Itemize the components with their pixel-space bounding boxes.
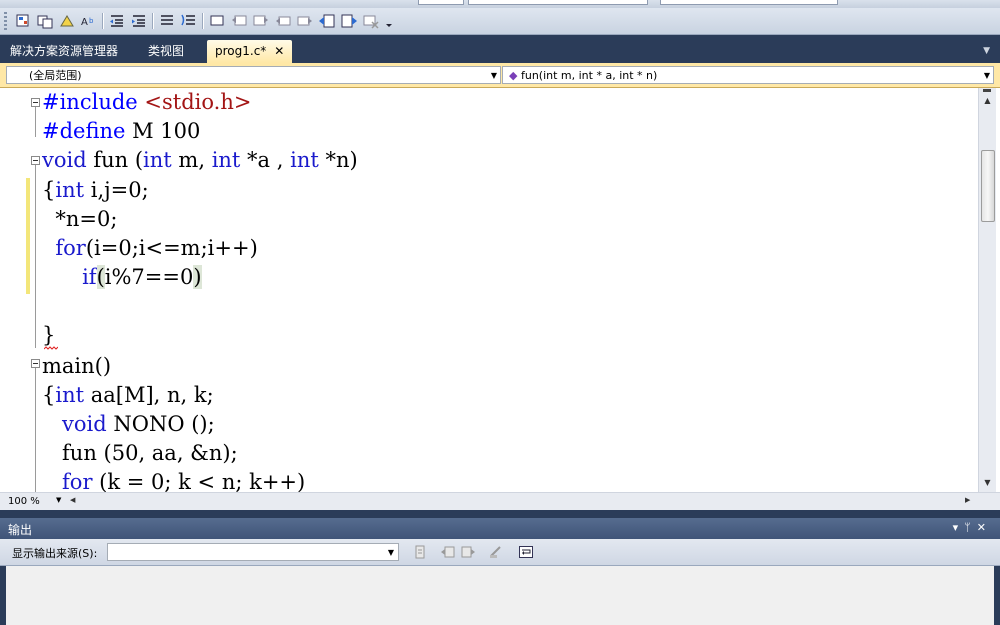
include-path: <stdio.h>	[144, 90, 252, 114]
tab-class-view[interactable]: 类视图	[140, 40, 192, 63]
next-message-icon[interactable]	[460, 544, 476, 560]
code-line: void NONO ();	[62, 412, 215, 436]
vertical-scrollbar[interactable]: ▲ ▼	[978, 88, 996, 492]
scroll-right-icon[interactable]: ▶	[965, 496, 970, 504]
code-line: {int i,j=0;	[42, 178, 149, 202]
previous-bookmark-icon[interactable]	[230, 12, 248, 30]
navigation-bar: (全局范围) ▼ ◆ fun(int m, int * a, int * n) …	[0, 63, 1000, 88]
output-toolbar: 显示输出来源(S): ▼	[0, 539, 1000, 566]
outline-line	[35, 368, 36, 492]
code-line: {int aa[M], n, k;	[42, 383, 214, 407]
code-editor[interactable]: #include <stdio.h> #define M 100 void fu…	[0, 88, 1000, 494]
code-line: if(i%7==0)	[82, 265, 202, 289]
toggle-bookmark-icon[interactable]	[208, 12, 226, 30]
next-bookmark-document-icon[interactable]	[340, 12, 358, 30]
outdent-icon[interactable]	[108, 12, 126, 30]
scope-dropdown[interactable]: (全局范围) ▼	[6, 66, 501, 84]
outline-line	[35, 107, 36, 137]
previous-bookmark-document-icon[interactable]	[318, 12, 336, 30]
zoom-level[interactable]: 100 %	[8, 495, 40, 508]
tab-prog1-c[interactable]: prog1.c* ✕	[207, 40, 293, 63]
toolbar-separator	[152, 13, 154, 29]
changed-lines-marker	[26, 178, 30, 294]
member-label: fun(int m, int * a, int * n)	[520, 69, 658, 82]
find-message-icon[interactable]	[412, 544, 428, 560]
close-icon[interactable]: ✕	[977, 521, 992, 534]
output-source-label: 显示输出来源(S):	[12, 547, 98, 560]
scroll-down-icon[interactable]: ▼	[980, 475, 995, 490]
toolbar-top-strip	[0, 0, 1000, 8]
clear-bookmarks-icon[interactable]	[362, 12, 380, 30]
clear-all-icon[interactable]	[488, 544, 504, 560]
svg-text:b: b	[89, 17, 94, 25]
output-source-dropdown[interactable]: ▼	[107, 543, 399, 561]
previous-message-icon[interactable]	[440, 544, 456, 560]
outline-line	[35, 165, 36, 348]
output-title: 输出	[8, 523, 33, 537]
member-value: ◆ fun(int m, int * a, int * n)	[509, 68, 657, 83]
output-window-controls: ▾ᛘ✕	[953, 521, 992, 534]
member-list-icon[interactable]	[14, 12, 32, 30]
previous-bookmark-folder-icon[interactable]	[274, 12, 292, 30]
word-wrap-icon[interactable]	[518, 544, 534, 560]
tab-solution-explorer[interactable]: 解决方案资源管理器	[2, 40, 126, 63]
horizontal-bar: 100 % ▼ ◀ ▶	[0, 492, 1000, 510]
error-squiggle	[44, 346, 58, 350]
panel-edge	[994, 566, 1000, 625]
tab-dropdown-icon[interactable]: ▼	[983, 46, 990, 56]
member-dropdown[interactable]: ◆ fun(int m, int * a, int * n) ▼	[502, 66, 994, 84]
collapse-icon[interactable]	[31, 359, 40, 368]
scroll-thumb[interactable]	[981, 150, 995, 222]
close-icon[interactable]: ✕	[274, 44, 284, 58]
next-bookmark-icon[interactable]	[252, 12, 270, 30]
scope-value: (全局范围)	[29, 69, 82, 82]
document-tab-strip: 解决方案资源管理器 类视图 prog1.c* ✕ ▼	[0, 35, 1000, 63]
indent-icon[interactable]	[130, 12, 148, 30]
toolbar-grip[interactable]	[4, 12, 7, 30]
chevron-down-icon: ▼	[387, 548, 394, 557]
comment-lines-icon[interactable]	[158, 12, 176, 30]
output-panel-header: 输出 ▾ᛘ✕	[0, 518, 1000, 539]
editor-margin	[0, 88, 32, 492]
code-line: void fun (int m, int *a , int *n)	[42, 148, 358, 172]
tab-label: prog1.c*	[215, 44, 267, 58]
code-line: main()	[42, 354, 112, 378]
chevron-down-icon: ▼	[490, 71, 497, 80]
uncomment-lines-icon[interactable]	[180, 12, 198, 30]
output-text-area[interactable]	[0, 566, 1000, 625]
function-icon: ◆	[509, 69, 518, 82]
panel-edge	[0, 566, 6, 625]
parameter-info-icon[interactable]	[36, 12, 54, 30]
toolbar-combo-stub[interactable]	[418, 0, 464, 5]
toolbar-separator	[202, 13, 204, 29]
code-line: fun (50, aa, &n);	[42, 441, 238, 465]
toolbar-separator	[102, 13, 104, 29]
scroll-left-icon[interactable]: ◀	[70, 496, 75, 504]
complete-word-icon[interactable]: Ab	[80, 12, 98, 30]
toolbar-combo-stub[interactable]	[468, 0, 648, 5]
toolbar-combo-stub[interactable]	[660, 0, 838, 5]
collapse-icon[interactable]	[31, 98, 40, 107]
splitter-handle[interactable]	[983, 89, 991, 92]
svg-text:A: A	[81, 17, 88, 28]
code-line: #define M 100	[42, 119, 201, 143]
collapse-icon[interactable]	[31, 156, 40, 165]
code-line: *n=0;	[42, 207, 118, 231]
next-bookmark-folder-icon[interactable]	[296, 12, 314, 30]
code-line: for(i=0;i<=m;i++)	[55, 236, 258, 260]
chevron-down-icon: ▼	[983, 71, 990, 80]
code-line: #include <stdio.h>	[42, 90, 252, 114]
quick-info-icon[interactable]	[58, 12, 76, 30]
pin-icon[interactable]: ᛘ	[964, 521, 977, 534]
toolbar-overflow-icon[interactable]	[380, 12, 392, 30]
chevron-down-icon[interactable]: ▼	[56, 496, 61, 504]
window-menu-icon[interactable]: ▾	[953, 521, 965, 534]
scroll-up-icon[interactable]: ▲	[980, 93, 995, 108]
text-editor-toolbar: Ab	[0, 8, 1000, 35]
